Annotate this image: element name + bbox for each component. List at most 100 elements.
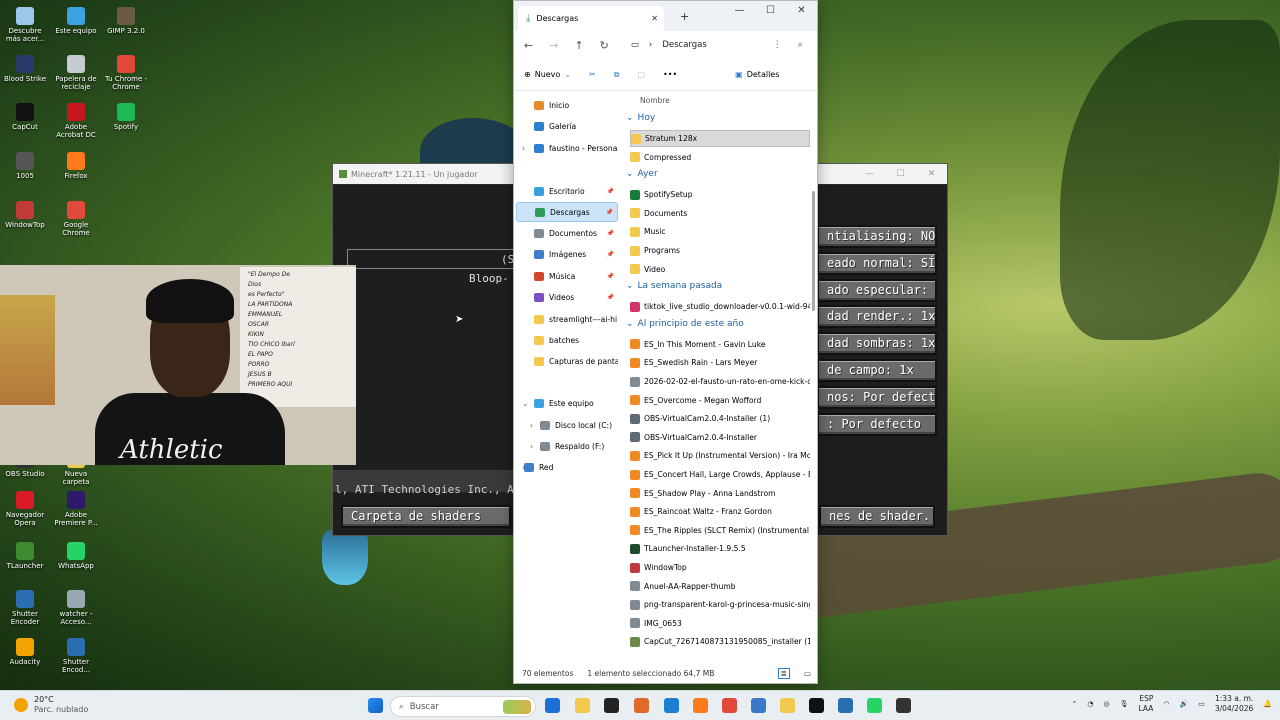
desktop-icon[interactable]: Tu Chrome - Chrome xyxy=(101,55,151,91)
nav-item[interactable]: Videos 📌 xyxy=(516,287,618,307)
file-row[interactable]: CapCut_7267140873131950085_installer (1) xyxy=(630,633,810,650)
language-indicator[interactable]: ESP LAA xyxy=(1139,694,1154,714)
nav-item[interactable]: streamlight---ai-hi xyxy=(516,309,618,329)
pin-icon[interactable]: 📌 xyxy=(607,188,614,195)
wifi-icon[interactable]: ◠ xyxy=(1163,700,1169,708)
pin-icon[interactable]: 📌 xyxy=(607,230,614,237)
file-row[interactable]: SpotifySetup xyxy=(630,186,810,203)
file-row[interactable]: Anuel-AA-Rapper-thumb xyxy=(630,578,810,595)
copy-icon[interactable]: ⧉ xyxy=(614,70,620,80)
taskbar-app-icon[interactable] xyxy=(693,698,708,713)
desktop-icon[interactable]: Este equipo xyxy=(51,7,101,35)
video-option-button[interactable]: eado normal: SÍ xyxy=(817,251,937,275)
taskbar-app-icon[interactable] xyxy=(780,698,795,713)
nav-item[interactable]: › faustino - Personal xyxy=(516,138,618,158)
nav-item[interactable]: › Respaldo (F:) xyxy=(516,436,618,456)
video-option-button[interactable]: dad render.: 1x xyxy=(817,305,937,329)
desktop-icon[interactable]: Papelera de reciclaje xyxy=(51,55,101,91)
notifications-icon[interactable]: 🔔 xyxy=(1263,700,1272,708)
nav-item[interactable]: Imágenes 📌 xyxy=(516,244,618,264)
desktop-icon[interactable]: Shutter Encoder xyxy=(0,590,50,626)
file-row[interactable]: Stratum 128x xyxy=(630,130,810,147)
minimize-button[interactable]: — xyxy=(724,1,755,23)
nav-item[interactable]: Documentos 📌 xyxy=(516,223,618,243)
search-icon[interactable]: ⌕ xyxy=(798,40,803,50)
desktop-icon[interactable]: Adobe Acrobat DC xyxy=(51,103,101,139)
new-button[interactable]: ⊕ Nuevo ⌄ xyxy=(524,70,571,79)
close-button[interactable]: ✕ xyxy=(786,1,817,23)
column-header-name[interactable]: Nombre xyxy=(640,96,670,105)
chevron-up-icon[interactable]: ⌃ xyxy=(1072,700,1078,708)
file-row[interactable]: ES_Pick It Up (Instrumental Version) - I… xyxy=(630,447,810,464)
taskbar-app-icon[interactable] xyxy=(867,698,882,713)
nav-item[interactable]: › Disco local (C:) xyxy=(516,415,618,435)
desktop-icon[interactable]: Shutter Encod... xyxy=(51,638,101,674)
chevron-icon[interactable]: › xyxy=(530,442,533,451)
taskbar-app-icon[interactable] xyxy=(722,698,737,713)
pin-icon[interactable]: 📌 xyxy=(607,273,614,280)
taskbar-app-icon[interactable] xyxy=(604,698,619,713)
file-row[interactable]: ES_Overcome - Megan Wofford xyxy=(630,392,810,409)
video-option-button[interactable]: dad sombras: 1x xyxy=(817,332,937,356)
desktop-icon[interactable]: watcher - Acceso... xyxy=(51,590,101,626)
nav-item[interactable]: ⌄ Este equipo xyxy=(516,393,618,413)
network-icon[interactable]: ◔ xyxy=(1087,700,1093,708)
file-row[interactable]: ES_In This Moment - Gavin Luke xyxy=(630,336,810,353)
group-header[interactable]: ⌄ Ayer xyxy=(626,169,658,179)
taskbar-app-icon[interactable] xyxy=(634,698,649,713)
desktop-icon[interactable]: GIMP 3.2.0 xyxy=(101,7,151,35)
details-view-icon[interactable]: ≣ xyxy=(777,667,790,679)
desktop-icon[interactable]: Descubre más acer... xyxy=(0,7,50,43)
forward-icon[interactable]: → xyxy=(549,39,558,52)
file-row[interactable]: WindowTop xyxy=(630,559,810,576)
pin-icon[interactable]: 📌 xyxy=(607,294,614,301)
refresh-icon[interactable]: ↻ xyxy=(600,39,609,52)
microphone-icon[interactable]: 🎙 xyxy=(1120,700,1129,708)
battery-icon[interactable]: ▭ xyxy=(1198,700,1205,708)
desktop-icon[interactable]: TLauncher xyxy=(0,542,50,570)
taskbar-app-icon[interactable] xyxy=(664,698,679,713)
file-explorer-window[interactable]: ⤓ Descargas ✕ + — ☐ ✕ ← → ↑ ↻ ▭ › Descar… xyxy=(513,0,818,684)
file-row[interactable]: png-transparent-karol-g-princesa-music-s… xyxy=(630,596,810,613)
video-option-button[interactable]: : Por defecto xyxy=(817,412,937,436)
video-option-button[interactable]: nos: Por defecto xyxy=(817,385,937,409)
details-button[interactable]: ▣ Detalles xyxy=(735,70,779,79)
nav-item[interactable]: Escritorio 📌 xyxy=(516,181,618,201)
file-row[interactable]: Documents xyxy=(630,205,810,222)
video-option-button[interactable]: ado especular: SÍ xyxy=(817,278,937,302)
file-row[interactable]: ES_Shadow Play - Anna Landstrom xyxy=(630,485,810,502)
taskbar-app-icon[interactable] xyxy=(751,698,766,713)
cut-icon[interactable]: ✂ xyxy=(589,70,596,79)
back-icon[interactable]: ← xyxy=(524,39,533,52)
pin-icon[interactable]: 📌 xyxy=(607,251,614,258)
nav-item[interactable]: batches xyxy=(516,330,618,350)
taskbar-app-icon[interactable] xyxy=(838,698,853,713)
taskbar-app-icon[interactable] xyxy=(896,698,911,713)
chevron-icon[interactable]: ⌄ xyxy=(522,399,528,408)
chevron-icon[interactable]: › xyxy=(530,421,533,430)
desktop-icon[interactable]: Blood Strike xyxy=(0,55,50,83)
more-options-icon[interactable]: ••• xyxy=(663,70,677,79)
close-button[interactable]: ✕ xyxy=(916,164,947,184)
nav-item[interactable]: › Red xyxy=(516,457,618,477)
file-row[interactable]: Video xyxy=(630,261,810,278)
address-bar[interactable]: ▭ › Descargas xyxy=(631,40,707,50)
file-row[interactable]: Music xyxy=(630,223,810,240)
tab-descargas[interactable]: ⤓ Descargas ✕ xyxy=(518,6,664,31)
file-row[interactable]: OBS-VirtualCam2.0.4-Installer xyxy=(630,429,810,446)
desktop-icon[interactable]: 1005 xyxy=(0,152,50,180)
chevron-icon[interactable]: › xyxy=(522,463,525,472)
file-row[interactable]: TLauncher-Installer-1.9.5.5 xyxy=(630,540,810,557)
file-row[interactable]: ES_Swedish Rain - Lars Meyer xyxy=(630,354,810,371)
shader-options-button[interactable]: nes de shader... xyxy=(819,505,935,528)
volume-icon[interactable]: 🔊 xyxy=(1179,700,1188,708)
nav-item[interactable]: Descargas 📌 xyxy=(516,202,618,222)
video-option-button[interactable]: ntialiasing: NO xyxy=(817,225,937,248)
desktop-icon[interactable]: Adobe Premiere P... xyxy=(51,491,101,527)
chevron-icon[interactable]: › xyxy=(522,144,525,153)
maximize-button[interactable]: ☐ xyxy=(885,164,916,184)
weather-widget[interactable]: 20°C Parc. nublado xyxy=(14,695,88,715)
pin-icon[interactable]: 📌 xyxy=(606,209,613,216)
up-icon[interactable]: ↑ xyxy=(574,39,583,52)
paste-icon[interactable]: ▢ xyxy=(637,70,645,79)
